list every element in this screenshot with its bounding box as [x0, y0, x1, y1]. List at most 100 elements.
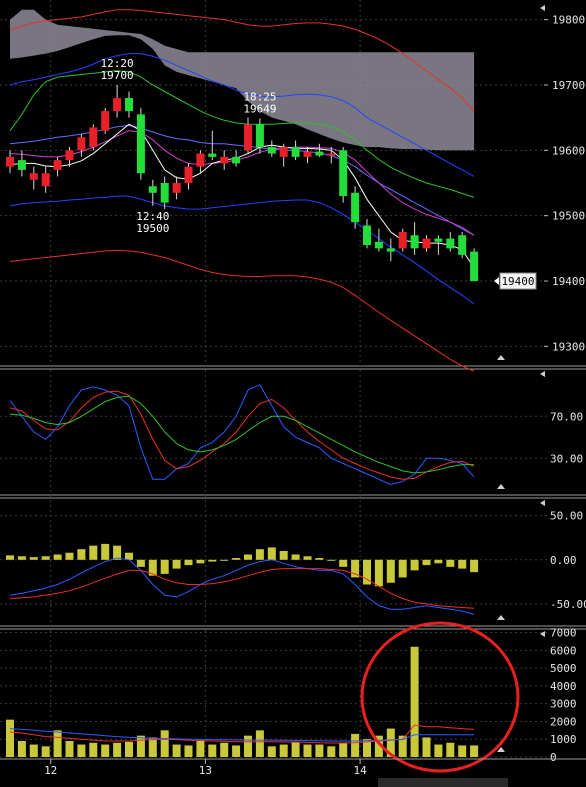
- volume-bar: [17, 741, 26, 757]
- macd-histogram-bar: [184, 559, 193, 566]
- price-axis-label: 19700: [552, 79, 585, 92]
- candle-body: [196, 153, 205, 167]
- volume-bar: [172, 744, 181, 757]
- macd-axis-label: 50.00: [550, 510, 583, 523]
- annotation-price: 19500: [136, 222, 169, 235]
- macd-histogram-bar: [386, 559, 395, 583]
- candle-body: [303, 151, 312, 157]
- candle: [136, 107, 145, 180]
- candle-body: [339, 150, 348, 197]
- volume-bar: [315, 744, 324, 757]
- osc-axis-label: 30.00: [550, 452, 583, 465]
- oscillator-panel: 70.00 30.00: [0, 384, 583, 486]
- candle-body: [363, 225, 371, 246]
- volume-bar: [148, 737, 157, 757]
- candle-body: [6, 156, 14, 167]
- candle-body: [113, 98, 122, 112]
- candle: [232, 150, 241, 167]
- candle: [303, 147, 312, 164]
- candle: [29, 166, 38, 190]
- osc-series-line: [9, 395, 475, 474]
- scrollbar-track: [378, 778, 508, 787]
- volume-bar: [244, 735, 252, 757]
- candle-body: [279, 147, 288, 157]
- candle: [446, 232, 455, 252]
- volume-bar: [196, 741, 205, 757]
- volume-bar: [136, 735, 145, 757]
- candle: [398, 228, 407, 252]
- x-axis-label: 13: [199, 764, 212, 777]
- candle: [184, 163, 193, 190]
- candle-body: [244, 124, 252, 151]
- candle-body: [184, 166, 193, 183]
- volume-bar: [458, 745, 467, 757]
- volume-axis-label: 7000: [550, 627, 577, 640]
- chart-svg: 19800197001960019500194001930012:2019700…: [0, 0, 586, 787]
- macd-histogram-bar: [89, 545, 98, 560]
- candle-body: [410, 235, 419, 249]
- macd-histogram-bar: [303, 556, 312, 560]
- volume-bar: [339, 742, 348, 757]
- current-price-label: 19400: [501, 275, 534, 288]
- candle-body: [125, 98, 133, 112]
- volume-bar: [255, 730, 264, 757]
- volume-bar: [41, 746, 50, 757]
- volume-bar: [446, 742, 455, 757]
- candle: [89, 124, 98, 151]
- macd-histogram-bar: [53, 554, 62, 560]
- candle-body: [29, 173, 38, 180]
- candle: [386, 238, 395, 262]
- candle: [220, 150, 229, 170]
- candle: [244, 117, 252, 154]
- candle: [77, 133, 86, 157]
- volume-bar: [77, 744, 86, 757]
- macd-histogram-bar: [446, 559, 455, 567]
- candle: [267, 140, 276, 157]
- volume-bar: [101, 744, 110, 757]
- candle: [291, 140, 300, 161]
- candle-body: [65, 150, 74, 161]
- macd-histogram-bar: [458, 559, 467, 569]
- macd-histogram-bar: [160, 559, 169, 574]
- candle: [339, 147, 348, 203]
- candle-body: [291, 147, 300, 157]
- candle: [458, 232, 467, 259]
- volume-bar: [208, 744, 217, 757]
- candle-body: [386, 248, 395, 252]
- candle-body: [422, 238, 431, 249]
- macd-histogram-bar: [77, 549, 86, 560]
- candle: [422, 235, 431, 252]
- ichimoku-cloud: [10, 9, 475, 151]
- macd-histogram-bar: [255, 549, 264, 560]
- volume-bar: [303, 744, 312, 757]
- annotation-price: 19649: [243, 102, 276, 115]
- candle: [101, 107, 110, 134]
- scale-marker: [497, 355, 505, 360]
- candle-body: [446, 238, 455, 249]
- volume-bar: [220, 742, 229, 757]
- volume-axis-label: 1000: [550, 733, 577, 746]
- macd-histogram-bar: [6, 555, 14, 560]
- volume-bar: [29, 744, 38, 757]
- macd-histogram-bar: [41, 556, 50, 560]
- volume-axis-label: 3000: [550, 698, 577, 711]
- volume-bar: [53, 730, 62, 757]
- macd-histogram-bar: [125, 552, 133, 560]
- volume-bar: [232, 745, 241, 757]
- candle: [41, 166, 50, 193]
- annotation-price: 19700: [101, 69, 134, 82]
- candle-body: [327, 153, 336, 156]
- macd-histogram-bar: [208, 559, 217, 562]
- volume-axis-label: 4000: [550, 680, 577, 693]
- price-axis-label: 19300: [552, 340, 585, 353]
- candle: [470, 248, 479, 282]
- macd-histogram-bar: [244, 554, 252, 560]
- candle: [363, 218, 371, 249]
- volume-axis-label: 5000: [550, 662, 577, 675]
- x-axis-label: 12: [44, 764, 57, 777]
- current-price-arrow: [494, 277, 499, 286]
- bollinger-lower-2-line: [9, 249, 475, 372]
- macd-histogram-bar: [279, 550, 288, 560]
- volume-bar: [327, 746, 336, 757]
- candle-body: [89, 127, 98, 148]
